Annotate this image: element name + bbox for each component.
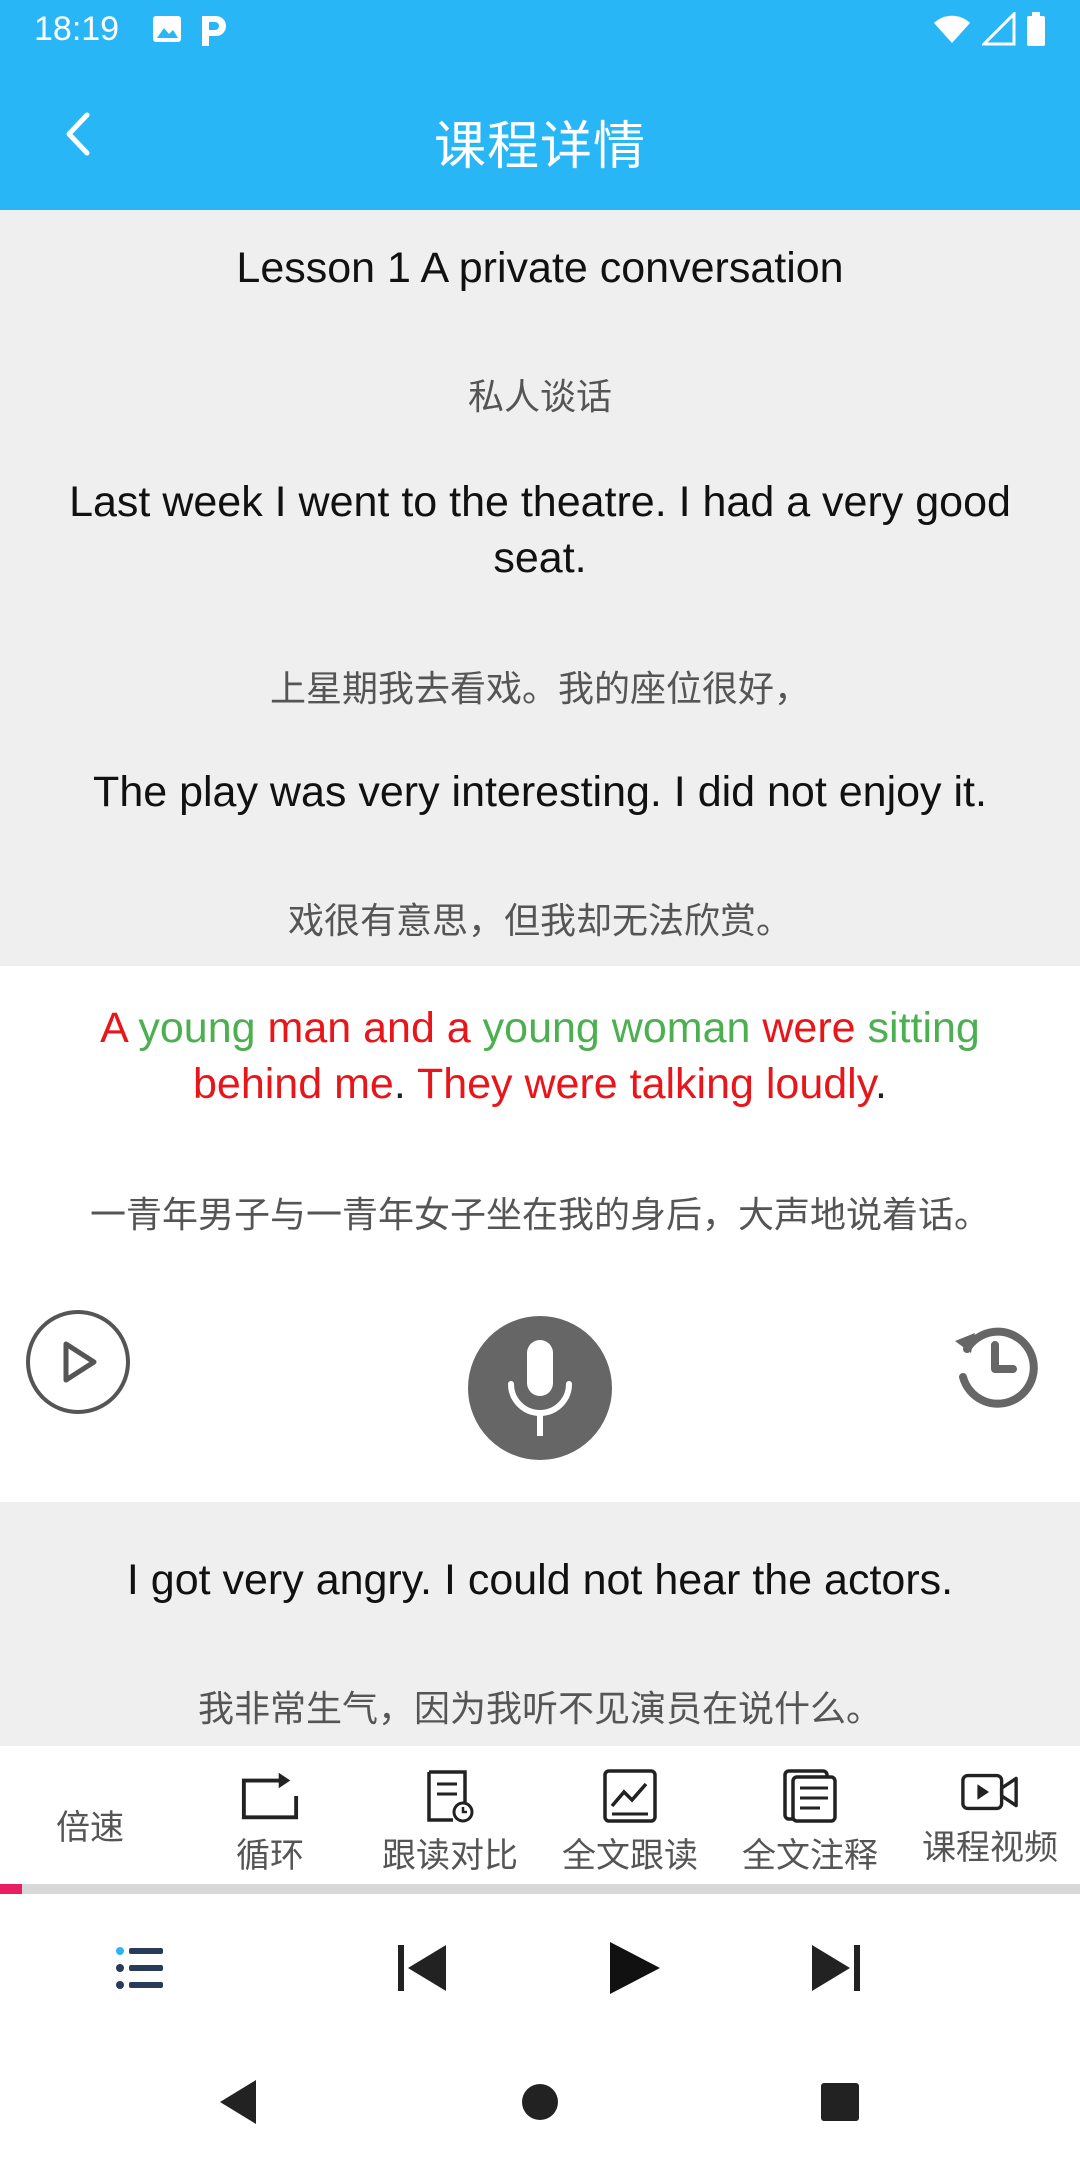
battery-icon — [1027, 12, 1045, 46]
lesson-title[interactable]: Lesson 1 A private conversation — [0, 240, 1080, 296]
compare-icon — [420, 1768, 480, 1824]
nav-home-button[interactable] — [510, 2072, 570, 2132]
nav-recents-button[interactable] — [810, 2072, 870, 2132]
history-icon — [955, 1327, 1038, 1408]
system-nav-bar — [0, 2044, 1080, 2160]
nav-back-button[interactable] — [208, 2072, 268, 2132]
status-bar: 18:19 — [0, 0, 1080, 64]
speed-label: 倍速 — [56, 1808, 124, 1848]
nav-back-icon — [220, 2080, 256, 2124]
loop-label: 循环 — [236, 1836, 304, 1876]
sentence-1[interactable]: Last week I went to the theatre. I had a… — [0, 474, 1080, 586]
sentence-3-translation: 一青年男子与一青年女子坐在我的身后，大声地说着话。 — [89, 1195, 990, 1236]
nav-recents-icon — [821, 2083, 859, 2121]
sentence-4-translation: 我非常生气，因为我听不见演员在说什么。 — [197, 1689, 882, 1730]
status-time: 18:19 — [34, 10, 120, 48]
next-icon — [812, 1945, 860, 1991]
status-system-icons — [932, 12, 1046, 46]
play-icon — [63, 1341, 97, 1383]
annotate-label: 全文注释 — [742, 1836, 878, 1876]
app-bar: 课程详情 — [0, 64, 1080, 210]
video-label: 课程视频 — [922, 1828, 1058, 1868]
video-button[interactable]: 课程视频 — [900, 1746, 1080, 1884]
record-button[interactable] — [468, 1316, 612, 1460]
annotate-button[interactable]: 全文注释 — [720, 1746, 900, 1884]
sentence-1-translation: 上星期我去看戏。我的座位很好， — [269, 669, 810, 710]
playlist-button[interactable] — [100, 1928, 180, 2008]
nav-home-icon — [522, 2084, 558, 2120]
previous-button[interactable] — [382, 1928, 462, 2008]
status-notifications — [152, 14, 228, 48]
progress-fill — [0, 1884, 22, 1894]
parking-icon — [202, 16, 226, 46]
playback-progress[interactable] — [0, 1884, 1080, 1894]
word-scored: young woman — [482, 1004, 751, 1052]
full-read-icon — [600, 1768, 660, 1824]
word-scored: were — [762, 1004, 856, 1052]
play-icon — [610, 1942, 660, 1994]
feature-toolbar: 倍速 循环 跟读对比 全文跟读 全文注释 课程视频 — [0, 1746, 1080, 1884]
loop-icon — [240, 1768, 300, 1824]
lesson-content[interactable]: Lesson 1 A private conversation 私人谈话 Las… — [0, 210, 1080, 1746]
word-scored: . — [393, 1060, 406, 1108]
compare-button[interactable]: 跟读对比 — [360, 1746, 540, 1884]
full-read-button[interactable]: 全文跟读 — [540, 1746, 720, 1884]
next-button[interactable] — [796, 1928, 876, 2008]
prev-icon — [398, 1945, 446, 1991]
word-scored: . — [875, 1060, 887, 1108]
loop-button[interactable]: 循环 — [180, 1746, 360, 1884]
word-scored: A — [100, 1004, 127, 1052]
word-scored: They were talking loudly — [416, 1060, 876, 1108]
word-scored: behind me — [193, 1060, 394, 1108]
annotate-icon — [780, 1768, 840, 1824]
play-button[interactable] — [594, 1928, 674, 2008]
replay-recording-button[interactable] — [948, 1318, 1042, 1412]
sentence-2[interactable]: The play was very interesting. I did not… — [0, 764, 1080, 820]
lesson-title-translation: 私人谈话 — [467, 377, 612, 418]
play-original-button[interactable] — [26, 1310, 130, 1414]
sentence-4[interactable]: I got very angry. I could not hear the a… — [0, 1552, 1080, 1608]
speed-button[interactable]: 倍速 — [0, 1746, 180, 1884]
sentence-1-line-1: Last week I went to the theatre. I had a… — [69, 478, 1011, 526]
mic-icon — [508, 1340, 572, 1436]
signal-icon — [982, 12, 1016, 46]
image-icon — [153, 16, 181, 42]
word-scored: sitting — [867, 1004, 980, 1052]
full-read-label: 全文跟读 — [562, 1836, 698, 1876]
video-icon — [960, 1764, 1020, 1820]
wifi-icon — [934, 15, 970, 43]
page-title: 课程详情 — [433, 117, 646, 177]
player-controls — [0, 1894, 1080, 2044]
word-scored: young — [138, 1004, 256, 1052]
sentence-2-translation: 戏很有意思，但我却无法欣赏。 — [287, 901, 792, 942]
word-scored: man and a — [267, 1004, 471, 1052]
compare-label: 跟读对比 — [382, 1836, 518, 1876]
list-icon — [116, 1947, 163, 1989]
sentence-3[interactable]: A young man and a young woman were sitti… — [0, 1000, 1080, 1112]
sentence-1-line-2: seat. — [493, 534, 587, 582]
